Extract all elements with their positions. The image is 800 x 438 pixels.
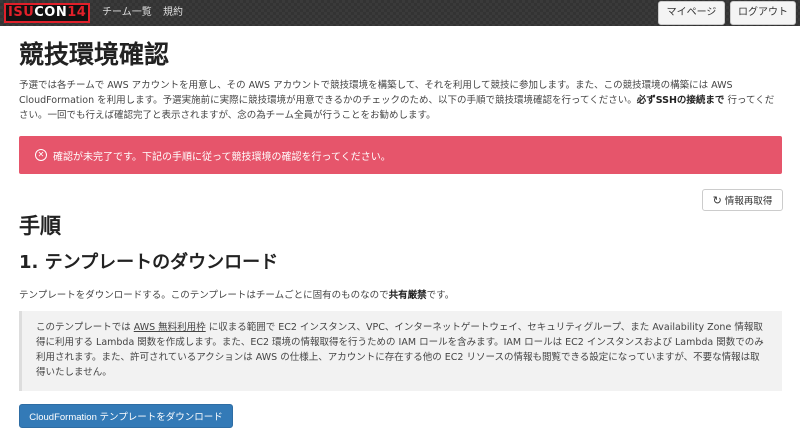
refresh-button-label: 情報再取得 bbox=[724, 196, 773, 207]
brand-logo-text: ISUCON14 bbox=[4, 3, 91, 23]
refresh-icon: ↻ bbox=[712, 194, 722, 207]
navbar: ISUCON14 チーム一覧 規約 マイページ ログアウト bbox=[0, 0, 800, 26]
refresh-button[interactable]: ↻ 情報再取得 bbox=[702, 189, 783, 211]
brand-logo[interactable]: ISUCON14 bbox=[4, 3, 91, 23]
step1-description: テンプレートをダウンロードする。このテンプレートはチームごとに固有のものなので共… bbox=[19, 290, 455, 301]
intro-text: 予選では各チームで AWS アカウントを用意し、その AWS アカウントで競技環… bbox=[19, 80, 775, 121]
nav-team-list[interactable]: チーム一覧 bbox=[102, 0, 152, 26]
status-alert: ✕ 確認が未完了です。下記の手順に従って競技環境の確認を行ってください。 bbox=[19, 136, 782, 174]
page-title: 競技環境確認 bbox=[19, 40, 170, 69]
aws-free-tier-link[interactable]: AWS 無料利用枠 bbox=[134, 322, 206, 333]
mypage-button[interactable]: マイページ bbox=[658, 1, 725, 25]
logout-button[interactable]: ログアウト bbox=[730, 1, 796, 25]
procedure-heading: 手順 bbox=[19, 214, 61, 238]
step1-title: 1. テンプレートのダウンロード bbox=[19, 252, 279, 273]
template-note: このテンプレートでは AWS 無料利用枠 に収まる範囲で EC2 インスタンス、… bbox=[19, 311, 782, 391]
download-template-button[interactable]: CloudFormation テンプレートをダウンロード bbox=[19, 404, 233, 428]
x-circle-icon: ✕ bbox=[35, 149, 47, 161]
nav-rules[interactable]: 規約 bbox=[163, 0, 183, 26]
alert-message: 確認が未完了です。下記の手順に従って競技環境の確認を行ってください。 bbox=[53, 151, 391, 163]
